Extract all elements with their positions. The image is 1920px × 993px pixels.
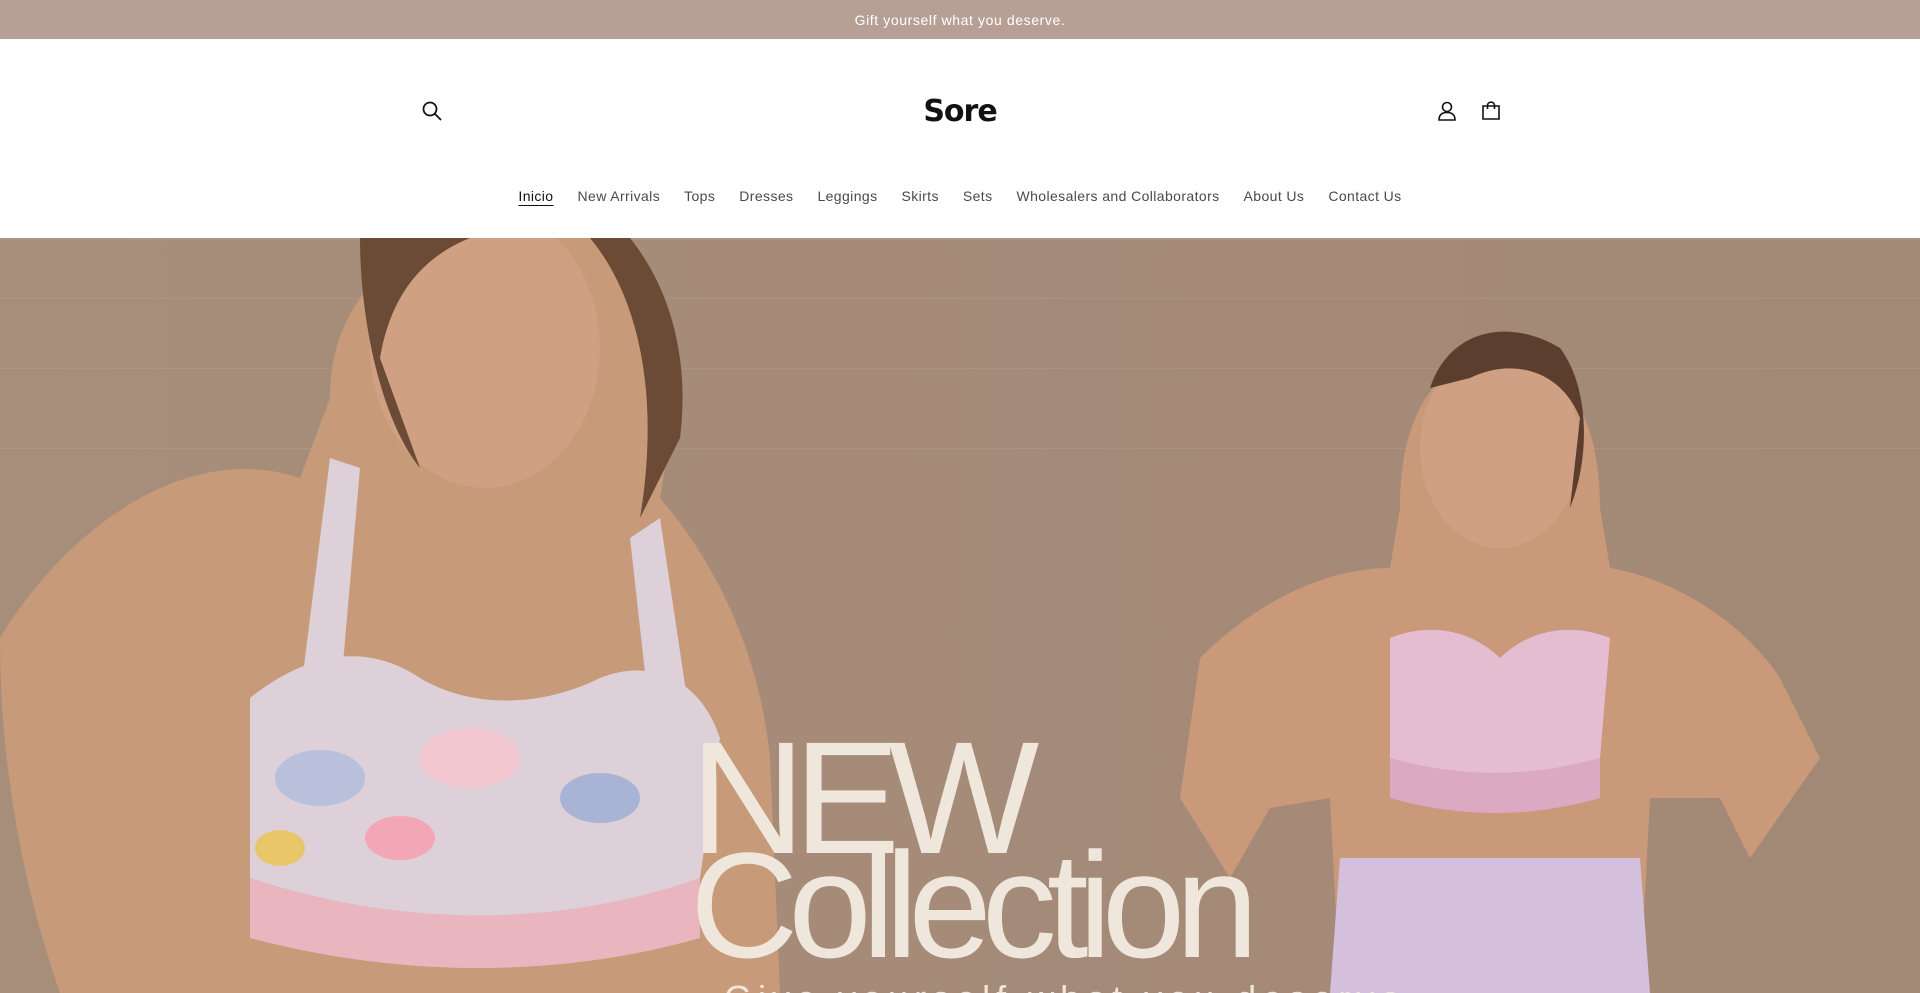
nav-item-new-arrivals[interactable]: New Arrivals <box>566 188 673 204</box>
announcement-text: Gift yourself what you deserve. <box>854 11 1066 28</box>
hero-subtitle: Give yourself what you deserve <box>724 978 1406 993</box>
hero-banner[interactable]: NEW Collection Give yourself what you de… <box>0 238 1920 993</box>
nav-item-wholesalers[interactable]: Wholesalers and Collaborators <box>1005 188 1232 204</box>
cart-icon <box>1482 101 1500 120</box>
nav-item-about-us[interactable]: About Us <box>1232 188 1317 204</box>
model-left-figure <box>0 238 780 993</box>
announcement-bar: Gift yourself what you deserve. <box>0 0 1920 39</box>
search-icon <box>422 101 442 121</box>
main-nav: Inicio New Arrivals Tops Dresses Legging… <box>0 176 1920 216</box>
account-icon <box>1438 101 1456 121</box>
nav-item-dresses[interactable]: Dresses <box>727 188 805 204</box>
cart-button[interactable] <box>1471 91 1511 131</box>
site-logo[interactable]: Sore <box>860 89 1060 133</box>
model-right-figure <box>1180 331 1820 993</box>
nav-item-tops[interactable]: Tops <box>672 188 727 204</box>
nav-item-leggings[interactable]: Leggings <box>805 188 889 204</box>
nav-item-sets[interactable]: Sets <box>951 188 1005 204</box>
nav-item-inicio[interactable]: Inicio <box>506 188 565 204</box>
nav-item-skirts[interactable]: Skirts <box>889 188 950 204</box>
hero-title-line2: Collection <box>690 821 1259 989</box>
nav-item-contact-us[interactable]: Contact Us <box>1316 188 1413 204</box>
account-button[interactable] <box>1427 91 1467 131</box>
search-button[interactable] <box>412 91 452 131</box>
site-header: Sore Inicio New Arrivals Tops Dresses Le… <box>0 39 1920 238</box>
